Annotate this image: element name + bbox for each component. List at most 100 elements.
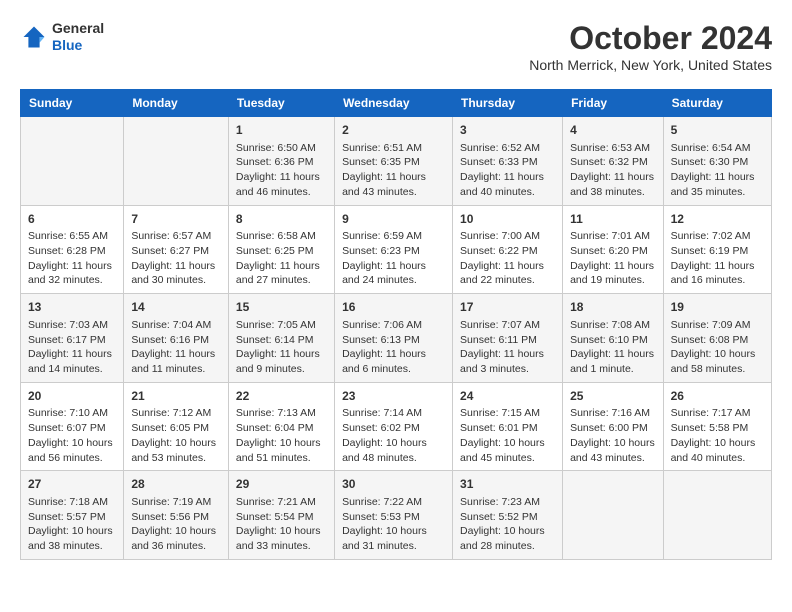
day-content: Sunrise: 6:59 AM Sunset: 6:23 PM Dayligh… — [342, 229, 445, 288]
day-content: Sunrise: 7:21 AM Sunset: 5:54 PM Dayligh… — [236, 495, 327, 554]
day-number: 30 — [342, 476, 445, 493]
main-title: October 2024 — [529, 20, 772, 57]
day-content: Sunrise: 7:14 AM Sunset: 6:02 PM Dayligh… — [342, 406, 445, 465]
day-number: 25 — [570, 388, 655, 405]
calendar-cell: 24Sunrise: 7:15 AM Sunset: 6:01 PM Dayli… — [453, 382, 563, 471]
day-number: 22 — [236, 388, 327, 405]
calendar-cell: 28 Sunrise: 7:19 AM Sunset: 5:56 PM Dayli… — [124, 471, 229, 560]
day-content: Sunrise: 7:15 AM Sunset: 6:01 PM Dayligh… — [460, 406, 555, 465]
calendar-cell: 16Sunrise: 7:06 AM Sunset: 6:13 PM Dayli… — [335, 294, 453, 383]
day-number: 4 — [570, 122, 655, 139]
calendar-cell: 8Sunrise: 6:58 AM Sunset: 6:25 PM Daylig… — [228, 205, 334, 294]
calendar-cell: 29 Sunrise: 7:21 AM Sunset: 5:54 PM Dayli… — [228, 471, 334, 560]
logo: General Blue — [20, 20, 104, 54]
calendar-cell: 14 Sunrise: 7:04 AM Sunset: 6:16 PM Dayli… — [124, 294, 229, 383]
day-content: Sunrise: 7:06 AM Sunset: 6:13 PM Dayligh… — [342, 318, 445, 377]
day-content: Sunrise: 6:51 AM Sunset: 6:35 PM Dayligh… — [342, 141, 445, 200]
calendar-cell: 1Sunrise: 6:50 AM Sunset: 6:36 PM Daylig… — [228, 117, 334, 206]
logo-icon — [20, 23, 48, 51]
calendar-cell: 12Sunrise: 7:02 AM Sunset: 6:19 PM Dayli… — [663, 205, 771, 294]
day-number: 26 — [671, 388, 764, 405]
week-row-2: 6Sunrise: 6:55 AM Sunset: 6:28 PM Daylig… — [21, 205, 772, 294]
day-content: Sunrise: 7:01 AM Sunset: 6:20 PM Dayligh… — [570, 229, 655, 288]
day-content: Sunrise: 6:58 AM Sunset: 6:25 PM Dayligh… — [236, 229, 327, 288]
day-number: 27 — [28, 476, 116, 493]
calendar-cell — [563, 471, 663, 560]
header-day-wednesday: Wednesday — [335, 90, 453, 117]
day-content: Sunrise: 7:19 AM Sunset: 5:56 PM Dayligh… — [131, 495, 221, 554]
day-content: Sunrise: 6:55 AM Sunset: 6:28 PM Dayligh… — [28, 229, 116, 288]
day-number: 1 — [236, 122, 327, 139]
day-content: Sunrise: 6:53 AM Sunset: 6:32 PM Dayligh… — [570, 141, 655, 200]
day-content: Sunrise: 7:00 AM Sunset: 6:22 PM Dayligh… — [460, 229, 555, 288]
logo-line2: Blue — [52, 37, 104, 54]
day-number: 24 — [460, 388, 555, 405]
header-day-saturday: Saturday — [663, 90, 771, 117]
day-number: 6 — [28, 211, 116, 228]
day-number: 29 — [236, 476, 327, 493]
calendar-cell — [21, 117, 124, 206]
header-day-thursday: Thursday — [453, 90, 563, 117]
day-content: Sunrise: 7:12 AM Sunset: 6:05 PM Dayligh… — [131, 406, 221, 465]
day-number: 28 — [131, 476, 221, 493]
calendar-cell: 19Sunrise: 7:09 AM Sunset: 6:08 PM Dayli… — [663, 294, 771, 383]
title-area: October 2024 North Merrick, New York, Un… — [529, 20, 772, 73]
day-number: 13 — [28, 299, 116, 316]
day-number: 18 — [570, 299, 655, 316]
calendar-cell: 31Sunrise: 7:23 AM Sunset: 5:52 PM Dayli… — [453, 471, 563, 560]
subtitle: North Merrick, New York, United States — [529, 57, 772, 73]
day-content: Sunrise: 7:13 AM Sunset: 6:04 PM Dayligh… — [236, 406, 327, 465]
day-number: 11 — [570, 211, 655, 228]
day-number: 20 — [28, 388, 116, 405]
day-content: Sunrise: 7:17 AM Sunset: 5:58 PM Dayligh… — [671, 406, 764, 465]
day-number: 15 — [236, 299, 327, 316]
calendar-cell: 2Sunrise: 6:51 AM Sunset: 6:35 PM Daylig… — [335, 117, 453, 206]
calendar-cell: 23Sunrise: 7:14 AM Sunset: 6:02 PM Dayli… — [335, 382, 453, 471]
calendar-cell: 10Sunrise: 7:00 AM Sunset: 6:22 PM Dayli… — [453, 205, 563, 294]
logo-text: General Blue — [52, 20, 104, 54]
week-row-4: 20Sunrise: 7:10 AM Sunset: 6:07 PM Dayli… — [21, 382, 772, 471]
calendar-cell: 21Sunrise: 7:12 AM Sunset: 6:05 PM Dayli… — [124, 382, 229, 471]
day-content: Sunrise: 7:03 AM Sunset: 6:17 PM Dayligh… — [28, 318, 116, 377]
week-row-3: 13 Sunrise: 7:03 AM Sunset: 6:17 PM Dayli… — [21, 294, 772, 383]
day-content: Sunrise: 7:18 AM Sunset: 5:57 PM Dayligh… — [28, 495, 116, 554]
calendar-cell: 27 Sunrise: 7:18 AM Sunset: 5:57 PM Dayli… — [21, 471, 124, 560]
week-row-1: 1Sunrise: 6:50 AM Sunset: 6:36 PM Daylig… — [21, 117, 772, 206]
day-number: 14 — [131, 299, 221, 316]
calendar-cell: 5Sunrise: 6:54 AM Sunset: 6:30 PM Daylig… — [663, 117, 771, 206]
day-number: 8 — [236, 211, 327, 228]
week-row-5: 27 Sunrise: 7:18 AM Sunset: 5:57 PM Dayli… — [21, 471, 772, 560]
calendar-header: SundayMondayTuesdayWednesdayThursdayFrid… — [21, 90, 772, 117]
calendar-cell: 13 Sunrise: 7:03 AM Sunset: 6:17 PM Dayli… — [21, 294, 124, 383]
day-content: Sunrise: 7:22 AM Sunset: 5:53 PM Dayligh… — [342, 495, 445, 554]
calendar-cell: 18 Sunrise: 7:08 AM Sunset: 6:10 PM Dayli… — [563, 294, 663, 383]
calendar-cell: 17Sunrise: 7:07 AM Sunset: 6:11 PM Dayli… — [453, 294, 563, 383]
day-number: 5 — [671, 122, 764, 139]
day-number: 12 — [671, 211, 764, 228]
calendar-cell: 20Sunrise: 7:10 AM Sunset: 6:07 PM Dayli… — [21, 382, 124, 471]
day-content: Sunrise: 7:08 AM Sunset: 6:10 PM Dayligh… — [570, 318, 655, 377]
header-day-friday: Friday — [563, 90, 663, 117]
day-number: 10 — [460, 211, 555, 228]
day-number: 21 — [131, 388, 221, 405]
day-content: Sunrise: 6:57 AM Sunset: 6:27 PM Dayligh… — [131, 229, 221, 288]
day-content: Sunrise: 7:02 AM Sunset: 6:19 PM Dayligh… — [671, 229, 764, 288]
day-number: 3 — [460, 122, 555, 139]
day-content: Sunrise: 7:04 AM Sunset: 6:16 PM Dayligh… — [131, 318, 221, 377]
day-number: 31 — [460, 476, 555, 493]
day-number: 9 — [342, 211, 445, 228]
day-number: 7 — [131, 211, 221, 228]
calendar-cell: 15Sunrise: 7:05 AM Sunset: 6:14 PM Dayli… — [228, 294, 334, 383]
header-day-monday: Monday — [124, 90, 229, 117]
calendar-cell: 30 Sunrise: 7:22 AM Sunset: 5:53 PM Dayli… — [335, 471, 453, 560]
logo-line1: General — [52, 20, 104, 37]
header-row: SundayMondayTuesdayWednesdayThursdayFrid… — [21, 90, 772, 117]
header-day-sunday: Sunday — [21, 90, 124, 117]
day-content: Sunrise: 7:09 AM Sunset: 6:08 PM Dayligh… — [671, 318, 764, 377]
calendar-cell: 6Sunrise: 6:55 AM Sunset: 6:28 PM Daylig… — [21, 205, 124, 294]
day-content: Sunrise: 7:07 AM Sunset: 6:11 PM Dayligh… — [460, 318, 555, 377]
calendar-cell: 25Sunrise: 7:16 AM Sunset: 6:00 PM Dayli… — [563, 382, 663, 471]
calendar-cell: 11Sunrise: 7:01 AM Sunset: 6:20 PM Dayli… — [563, 205, 663, 294]
day-content: Sunrise: 7:16 AM Sunset: 6:00 PM Dayligh… — [570, 406, 655, 465]
calendar-table: SundayMondayTuesdayWednesdayThursdayFrid… — [20, 89, 772, 560]
